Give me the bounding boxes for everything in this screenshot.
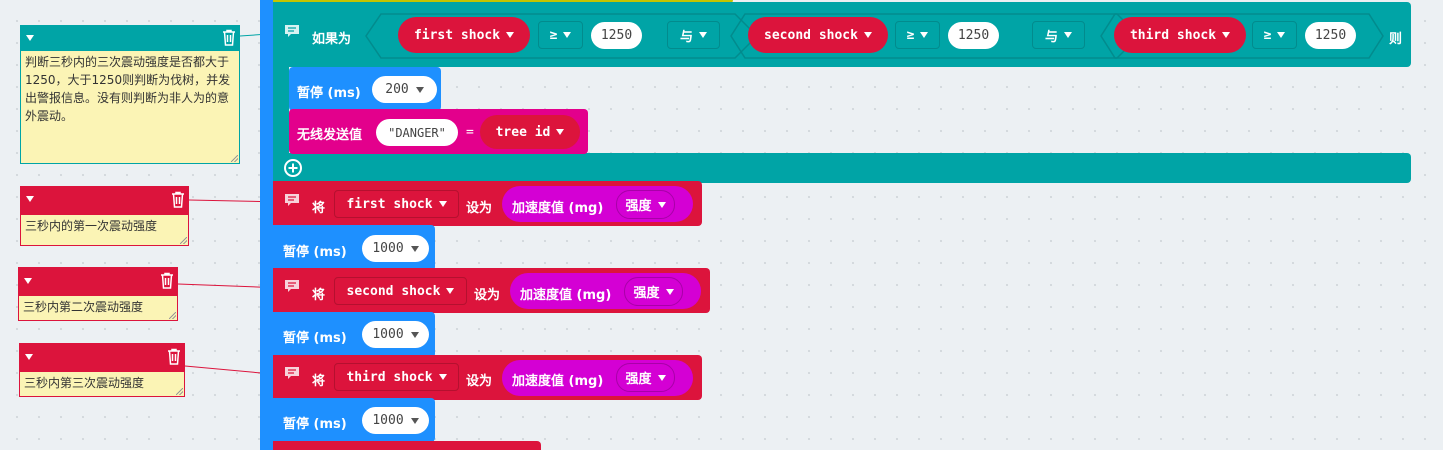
comment-icon[interactable] <box>284 279 300 293</box>
axis-dropdown[interactable]: 强度 <box>616 363 675 392</box>
compare-value-input[interactable]: 1250 <box>591 22 642 49</box>
chevron-down-icon <box>863 32 872 38</box>
compare-value-input[interactable]: 1250 <box>948 22 999 49</box>
trash-icon[interactable] <box>160 272 174 289</box>
comment-box[interactable]: 三秒内第三次震动强度 <box>19 343 185 397</box>
comment-text[interactable]: 判断三秒内的三次震动强度是否都大于1250，大于1250则判断为伐树，并发出警报… <box>21 51 239 163</box>
chevron-down-icon <box>920 32 929 38</box>
variable-dropdown-second-shock[interactable]: second shock <box>334 277 467 305</box>
chevron-down-icon <box>657 201 666 208</box>
chevron-down-icon <box>665 288 674 295</box>
collapse-caret-icon[interactable] <box>26 34 34 41</box>
variable-dropdown-second-shock[interactable]: second shock <box>748 17 888 53</box>
to-label: 设为 <box>466 374 493 389</box>
pause-duration-dropdown[interactable]: 1000 <box>362 407 429 434</box>
collapse-caret-icon[interactable] <box>25 353 33 360</box>
trash-icon[interactable] <box>167 348 181 365</box>
compare-value-input[interactable]: 1250 <box>1305 22 1356 49</box>
collapse-caret-icon[interactable] <box>24 277 32 284</box>
logic-joiner-dropdown[interactable]: 与 <box>667 21 720 49</box>
set-label: 将 <box>312 288 326 303</box>
pause-label: 暂停 (ms) <box>283 417 347 432</box>
operator-dropdown[interactable]: ≥ <box>895 21 940 49</box>
variable-dropdown-first-shock[interactable]: first shock <box>334 190 459 218</box>
chevron-down-icon <box>410 417 419 424</box>
chevron-down-icon <box>506 32 515 38</box>
chevron-down-icon <box>657 374 666 381</box>
acceleration-label: 加速度值 (mg) <box>520 288 612 303</box>
resize-grip-icon[interactable] <box>176 388 183 395</box>
chevron-down-icon <box>1064 32 1072 38</box>
add-branch-icon[interactable] <box>283 158 303 178</box>
if-block-footer[interactable] <box>273 153 1411 183</box>
variable-dropdown-tree-id[interactable]: tree id <box>480 115 580 149</box>
then-label: 则 <box>1389 32 1403 47</box>
chevron-down-icon <box>438 201 447 207</box>
axis-dropdown[interactable]: 强度 <box>624 277 683 306</box>
equals-label: = <box>466 125 474 140</box>
pause-duration-dropdown[interactable]: 1000 <box>362 235 429 262</box>
chevron-down-icon <box>699 32 707 38</box>
trash-icon[interactable] <box>171 191 185 208</box>
chevron-down-icon <box>1222 32 1231 38</box>
to-label: 设为 <box>474 288 501 303</box>
radio-send-label: 无线发送值 <box>297 128 363 143</box>
comment-box[interactable]: 判断三秒内的三次震动强度是否都大于1250，大于1250则判断为伐树，并发出警报… <box>20 25 240 164</box>
comment-text[interactable]: 三秒内的第一次震动强度 <box>21 215 188 245</box>
variable-dropdown-first-shock[interactable]: first shock <box>398 17 530 53</box>
operator-dropdown[interactable]: ≥ <box>1252 21 1297 49</box>
pause-label: 暂停 (ms) <box>283 331 347 346</box>
pause-duration-dropdown[interactable]: 200 <box>372 76 437 103</box>
resize-grip-icon[interactable] <box>169 312 176 319</box>
variable-dropdown-third-shock[interactable]: third shock <box>334 363 459 391</box>
chevron-down-icon <box>415 86 424 93</box>
collapse-caret-icon[interactable] <box>26 196 34 202</box>
if-label: 如果为 <box>312 32 352 47</box>
operator-dropdown[interactable]: ≥ <box>538 21 583 49</box>
chevron-down-icon <box>563 32 572 38</box>
acceleration-label: 加速度值 (mg) <box>512 374 604 389</box>
chevron-down-icon <box>556 129 565 135</box>
chevron-down-icon <box>438 374 447 380</box>
comment-box[interactable]: 三秒内第二次震动强度 <box>18 267 178 321</box>
comment-box[interactable]: 三秒内的第一次震动强度 <box>20 186 189 246</box>
acceleration-label: 加速度值 (mg) <box>512 201 604 216</box>
pause-duration-dropdown[interactable]: 1000 <box>362 321 429 348</box>
trash-icon[interactable] <box>222 29 236 46</box>
pause-label: 暂停 (ms) <box>297 86 361 101</box>
chevron-down-icon <box>446 288 455 294</box>
set-label: 将 <box>312 374 326 389</box>
chevron-down-icon <box>1277 32 1286 38</box>
axis-dropdown[interactable]: 强度 <box>616 190 675 219</box>
string-input[interactable]: " DANGER " <box>376 119 458 146</box>
comment-text[interactable]: 三秒内第二次震动强度 <box>19 296 177 320</box>
resize-grip-icon[interactable] <box>231 155 238 162</box>
if-block-body-arm <box>273 60 289 160</box>
comment-icon[interactable] <box>284 366 300 380</box>
comment-icon[interactable] <box>284 24 300 38</box>
event-block-gutter[interactable] <box>260 0 273 450</box>
comment-icon[interactable] <box>284 193 300 207</box>
variable-dropdown-third-shock[interactable]: third shock <box>1114 17 1246 53</box>
resize-grip-icon[interactable] <box>180 237 187 244</box>
chevron-down-icon <box>410 331 419 338</box>
chevron-down-icon <box>410 245 419 252</box>
next-block-partial[interactable] <box>273 441 541 450</box>
pause-label: 暂停 (ms) <box>283 245 347 260</box>
set-label: 将 <box>312 201 326 216</box>
to-label: 设为 <box>466 201 493 216</box>
comment-text[interactable]: 三秒内第三次震动强度 <box>20 372 184 396</box>
logic-joiner-dropdown[interactable]: 与 <box>1032 21 1085 49</box>
